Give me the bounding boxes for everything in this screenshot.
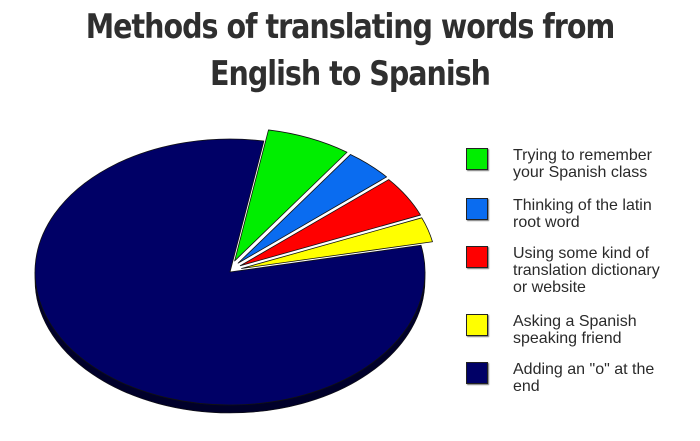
legend-swatch-adding-o (466, 362, 488, 384)
legend-swatch-dictionary (466, 246, 488, 268)
legend-label-adding-o: Adding an "o" at the end (513, 361, 655, 395)
legend-item-latin-root: Thinking of the latin root word (466, 197, 673, 231)
legend-swatch-spanish-friend (466, 314, 488, 336)
legend-label-remember-class: Trying to remember your Spanish class (513, 147, 652, 181)
legend-swatch-remember-class (466, 148, 488, 170)
legend-item-dictionary: Using some kind of translation dictionar… (466, 245, 673, 296)
legend-swatch-latin-root (466, 198, 488, 220)
legend-item-adding-o: Adding an "o" at the end (466, 361, 673, 395)
legend-label-latin-root: Thinking of the latin root word (513, 197, 652, 231)
legend-item-remember-class: Trying to remember your Spanish class (466, 147, 673, 181)
legend-label-dictionary: Using some kind of translation dictionar… (513, 245, 660, 296)
legend-item-spanish-friend: Asking a Spanish speaking friend (466, 313, 673, 347)
legend-label-spanish-friend: Asking a Spanish speaking friend (513, 313, 637, 347)
